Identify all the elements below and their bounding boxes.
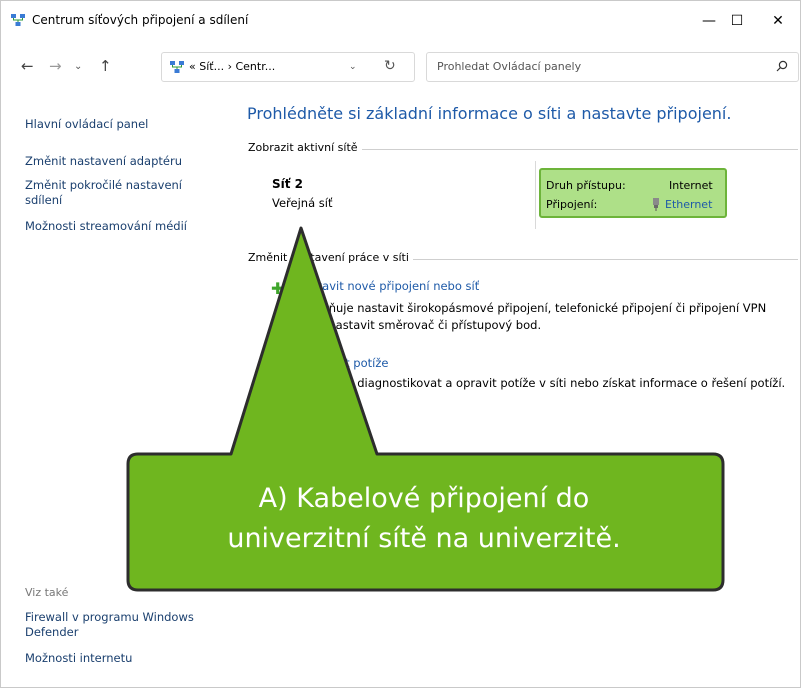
network-sharing-center-window: Centrum síťových připojení a sdílení — ☐… [0, 0, 801, 688]
callout-line-1: A) Kabelové připojení do [258, 483, 590, 514]
callout-line-2: univerzitní sítě na univerzitě. [227, 523, 621, 554]
callout-text: A) Kabelové připojení do univerzitní sít… [127, 479, 721, 559]
callout-bubble [126, 226, 725, 592]
